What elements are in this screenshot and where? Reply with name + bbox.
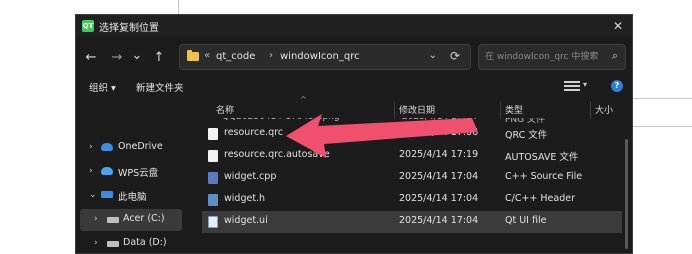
- search-input[interactable]: [485, 49, 601, 65]
- chevron-right-icon[interactable]: ›: [89, 142, 93, 152]
- sidebar-item-label: WPS云盘: [118, 168, 159, 179]
- breadcrumb-separator: ›: [269, 50, 273, 61]
- back-button[interactable]: ←: [82, 49, 100, 67]
- file-type: AUTOSAVE 文件: [505, 152, 579, 163]
- command-toolbar: 组织 ▾ 新建文件夹 ▾ ?: [76, 75, 632, 99]
- file-row[interactable]: resource.qrc.autosave 2025/4/14 17:19 AU…: [202, 145, 622, 167]
- file-type: C++ Source File: [505, 171, 583, 182]
- chevron-right-icon[interactable]: ›: [94, 214, 98, 224]
- cpp-file-icon: [208, 172, 218, 184]
- cloud-icon: [101, 167, 113, 175]
- column-divider[interactable]: [500, 101, 501, 119]
- file-date: 2025/4/14 17:04: [399, 215, 479, 226]
- file-dialog: QT 选择复制位置 ✕ ← → ⌄ ↑ « qt_code › windowIc…: [75, 14, 633, 254]
- sidebar-item-this-pc[interactable]: ⌄ 此电脑: [80, 185, 182, 207]
- organize-button[interactable]: 组织 ▾: [89, 80, 116, 94]
- chevron-right-icon[interactable]: ›: [89, 166, 93, 176]
- search-icon[interactable]: ⌕: [612, 49, 618, 63]
- qt-app-icon: QT: [82, 20, 94, 32]
- sidebar-item-label: OneDrive: [118, 141, 163, 152]
- background-divider: [178, 0, 179, 14]
- column-date[interactable]: 修改日期: [399, 103, 435, 116]
- sidebar-item-label: Acer (C:): [123, 213, 165, 224]
- column-divider[interactable]: [590, 101, 591, 119]
- title-bar: QT 选择复制位置 ✕: [76, 15, 632, 37]
- file-date: 2025/4/14 17:04: [399, 193, 479, 204]
- new-folder-button[interactable]: 新建文件夹: [136, 80, 184, 94]
- search-box[interactable]: ⌕: [478, 44, 626, 70]
- recent-locations-button[interactable]: ⌄: [128, 47, 146, 65]
- file-name: resource.qrc: [224, 127, 284, 138]
- file-row[interactable]: resource.qrc 2025/4/14 17:06 QRC 文件: [202, 123, 622, 145]
- column-size[interactable]: 大小: [595, 103, 613, 116]
- file-row-selected[interactable]: widget.ui 2025/4/14 17:04 Qt UI file: [202, 211, 622, 233]
- address-bar[interactable]: « qt_code › windowIcon_qrc ⌄ ⟳: [179, 44, 471, 70]
- file-row[interactable]: widget.cpp 2025/4/14 17:04 C++ Source Fi…: [202, 167, 622, 189]
- file-date: 2025/4/14 17:06: [399, 127, 479, 138]
- column-name[interactable]: 名称: [216, 103, 234, 116]
- navigation-pane: › OneDrive › WPS云盘 ⌄ 此电脑 › Acer (C:) › D…: [76, 99, 186, 253]
- file-type: C/C++ Header: [505, 193, 575, 204]
- breadcrumb-qt-code[interactable]: qt_code: [216, 51, 255, 62]
- column-type[interactable]: 类型: [505, 103, 523, 116]
- file-date: 2025/4/14 17:19: [399, 149, 479, 160]
- file-name: widget.h: [224, 193, 266, 204]
- close-button[interactable]: ✕: [610, 18, 626, 34]
- header-file-icon: [208, 194, 218, 206]
- sort-ascending-icon: ^: [300, 95, 307, 104]
- file-type: QRC 文件: [505, 130, 548, 141]
- ui-file-icon: [208, 216, 218, 228]
- background-divider: [633, 126, 692, 127]
- view-options-icon[interactable]: [564, 79, 580, 93]
- sidebar-item-onedrive[interactable]: › OneDrive: [80, 137, 182, 159]
- file-name: widget.ui: [224, 215, 268, 226]
- address-dropdown-icon[interactable]: ⌄: [429, 50, 437, 61]
- file-date: 2025/4/14 17:04: [399, 171, 479, 182]
- dialog-title: 选择复制位置: [99, 23, 159, 34]
- up-button[interactable]: ↑: [150, 49, 168, 67]
- sidebar-item-label: Data (D:): [123, 237, 167, 248]
- file-icon: [208, 150, 218, 162]
- file-list: ^ 名称 修改日期 类型 大小 QQ20250414-170459.png 20…: [202, 95, 632, 253]
- column-divider[interactable]: [394, 101, 395, 119]
- breadcrumb-overflow[interactable]: «: [204, 50, 210, 61]
- navigation-bar: ← → ⌄ ↑ « qt_code › windowIcon_qrc ⌄ ⟳ ⌕: [76, 41, 632, 73]
- file-name: widget.cpp: [224, 171, 277, 182]
- forward-button[interactable]: →: [108, 49, 126, 67]
- sidebar-item-data-d[interactable]: › Data (D:): [80, 233, 182, 253]
- cloud-icon: [101, 143, 113, 151]
- drive-icon: [107, 217, 119, 223]
- file-type: Qt UI file: [505, 215, 547, 226]
- computer-icon: [101, 191, 113, 198]
- file-name: resource.qrc.autosave: [224, 149, 330, 160]
- vertical-scrollbar[interactable]: [625, 139, 628, 249]
- chevron-down-icon[interactable]: ⌄: [89, 190, 97, 200]
- folder-icon: [187, 50, 199, 61]
- refresh-icon[interactable]: ⟳: [450, 49, 460, 63]
- help-icon[interactable]: ?: [611, 80, 623, 92]
- sidebar-item-label: 此电脑: [118, 192, 147, 203]
- sidebar-item-acer-c[interactable]: › Acer (C:): [80, 209, 182, 231]
- background-divider: [633, 98, 692, 99]
- view-dropdown-icon[interactable]: ▾: [583, 80, 587, 89]
- sidebar-item-wps-cloud[interactable]: › WPS云盘: [80, 161, 182, 183]
- drive-icon: [107, 241, 119, 247]
- file-icon: [208, 128, 218, 140]
- file-row[interactable]: widget.h 2025/4/14 17:04 C/C++ Header: [202, 189, 622, 211]
- breadcrumb-windowicon-qrc[interactable]: windowIcon_qrc: [280, 51, 360, 62]
